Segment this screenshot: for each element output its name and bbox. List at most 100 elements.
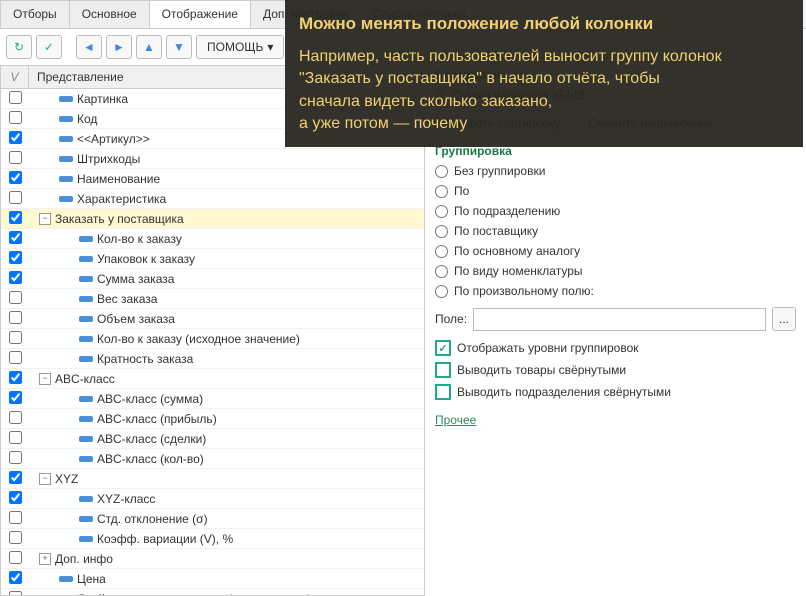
group-radio-label: По основному аналогу — [454, 244, 580, 258]
tree-row[interactable]: Сумма заказа — [1, 269, 424, 289]
tree-row[interactable]: Стд. отклонение (σ) — [1, 509, 424, 529]
tree-row[interactable]: Штрихкоды — [1, 149, 424, 169]
tree-row[interactable]: ABC-класс (кол-во) — [1, 449, 424, 469]
tree-row[interactable]: Кратность заказа — [1, 349, 424, 369]
help-button[interactable]: ПОМОЩЬ▾ — [196, 35, 284, 59]
option-checkbox[interactable]: ✓ — [435, 340, 451, 356]
other-link[interactable]: Прочее — [435, 413, 476, 427]
arrow-right-icon: ► — [113, 40, 125, 54]
expand-icon[interactable]: + — [39, 553, 51, 565]
group-radio-row[interactable]: Без группировки — [435, 161, 796, 181]
row-checkbox[interactable] — [9, 171, 22, 184]
row-checkbox[interactable] — [9, 531, 22, 544]
move-left-button[interactable]: ◄ — [76, 35, 102, 59]
field-icon — [79, 236, 93, 242]
row-label: Коэфф. вариации (V), % — [97, 532, 233, 546]
row-label: Доп. инфо — [55, 552, 113, 566]
group-radio-row[interactable]: По произвольному полю: — [435, 281, 796, 301]
row-checkbox[interactable] — [9, 131, 22, 144]
tab-0[interactable]: Отборы — [0, 0, 70, 28]
row-label: Заказать у поставщика — [55, 212, 184, 226]
field-icon — [79, 336, 93, 342]
row-checkbox[interactable] — [9, 231, 22, 244]
row-checkbox[interactable] — [9, 451, 22, 464]
tree-row[interactable]: Кол-во к заказу — [1, 229, 424, 249]
row-checkbox[interactable] — [9, 371, 22, 384]
check-all-button[interactable]: ✓ — [36, 35, 62, 59]
row-checkbox[interactable] — [9, 491, 22, 504]
tree-row[interactable]: Вес заказа — [1, 289, 424, 309]
tree-row[interactable]: Объем заказа — [1, 309, 424, 329]
tree-row[interactable]: ABC-класс (сумма) — [1, 389, 424, 409]
row-checkbox[interactable] — [9, 191, 22, 204]
group-radio-row[interactable]: По виду номенклатуры — [435, 261, 796, 281]
option-check-row[interactable]: ✓Отображать уровни группировок — [435, 337, 796, 359]
group-radio[interactable] — [435, 165, 448, 178]
row-checkbox[interactable] — [9, 571, 22, 584]
group-radio[interactable] — [435, 265, 448, 278]
tree-row[interactable]: + Доп. инфо — [1, 549, 424, 569]
move-up-button[interactable]: ▲ — [136, 35, 162, 59]
group-radio[interactable] — [435, 185, 448, 198]
tree-row[interactable]: ABC-класс (прибыль) — [1, 409, 424, 429]
row-checkbox[interactable] — [9, 151, 22, 164]
field-more-button[interactable]: ... — [772, 307, 796, 331]
row-checkbox[interactable] — [9, 271, 22, 284]
tree-row[interactable]: Кол-во к заказу (исходное значение) — [1, 329, 424, 349]
row-checkbox[interactable] — [9, 91, 22, 104]
collapse-icon[interactable]: − — [39, 373, 51, 385]
option-checkbox[interactable] — [435, 384, 451, 400]
field-input[interactable] — [473, 308, 766, 331]
group-radio-row[interactable]: По поставщику — [435, 221, 796, 241]
move-down-button[interactable]: ▼ — [166, 35, 192, 59]
move-right-button[interactable]: ► — [106, 35, 132, 59]
tree-row[interactable]: Дней с момента установки (актуальность) — [1, 589, 424, 596]
row-label: Наименование — [77, 172, 160, 186]
field-icon — [79, 416, 93, 422]
group-radio-row[interactable]: По — [435, 181, 796, 201]
group-radio-row[interactable]: По подразделению — [435, 201, 796, 221]
tree-row[interactable]: ABC-класс (сделки) — [1, 429, 424, 449]
row-checkbox[interactable] — [9, 331, 22, 344]
tree-row[interactable]: −ABC-класс — [1, 369, 424, 389]
tree-row[interactable]: −XYZ — [1, 469, 424, 489]
row-checkbox[interactable] — [9, 431, 22, 444]
option-checkbox[interactable] — [435, 362, 451, 378]
tree-row[interactable]: −Заказать у поставщика — [1, 209, 424, 229]
tab-2[interactable]: Отображение — [149, 0, 251, 28]
tree-row[interactable]: Коэфф. вариации (V), % — [1, 529, 424, 549]
row-checkbox[interactable] — [9, 411, 22, 424]
row-checkbox[interactable] — [9, 251, 22, 264]
row-checkbox[interactable] — [9, 471, 22, 484]
row-label: Сумма заказа — [97, 272, 174, 286]
option-check-row[interactable]: Выводить товары свёрнутыми — [435, 359, 796, 381]
row-checkbox[interactable] — [9, 591, 22, 596]
row-checkbox[interactable] — [9, 211, 22, 224]
row-checkbox[interactable] — [9, 391, 22, 404]
row-checkbox[interactable] — [9, 311, 22, 324]
row-checkbox[interactable] — [9, 351, 22, 364]
group-radio[interactable] — [435, 245, 448, 258]
refresh-button[interactable]: ↻ — [6, 35, 32, 59]
row-checkbox[interactable] — [9, 511, 22, 524]
tree-row[interactable]: Характеристика — [1, 189, 424, 209]
collapse-icon[interactable]: − — [39, 213, 51, 225]
row-label: Вес заказа — [97, 292, 157, 306]
tree-row[interactable]: XYZ-класс — [1, 489, 424, 509]
tab-1[interactable]: Основное — [69, 0, 150, 28]
row-label: Кол-во к заказу — [97, 232, 182, 246]
tree-row[interactable]: Упаковок к заказу — [1, 249, 424, 269]
group-radio[interactable] — [435, 225, 448, 238]
tree-row[interactable]: Цена — [1, 569, 424, 589]
row-checkbox[interactable] — [9, 291, 22, 304]
group-radio[interactable] — [435, 205, 448, 218]
collapse-icon[interactable]: − — [39, 473, 51, 485]
field-icon — [59, 196, 73, 202]
group-radio[interactable] — [435, 285, 448, 298]
row-checkbox[interactable] — [9, 111, 22, 124]
row-checkbox[interactable] — [9, 551, 22, 564]
tree-row[interactable]: Наименование — [1, 169, 424, 189]
field-icon — [79, 536, 93, 542]
group-radio-row[interactable]: По основному аналогу — [435, 241, 796, 261]
option-check-row[interactable]: Выводить подразделения свёрнутыми — [435, 381, 796, 403]
